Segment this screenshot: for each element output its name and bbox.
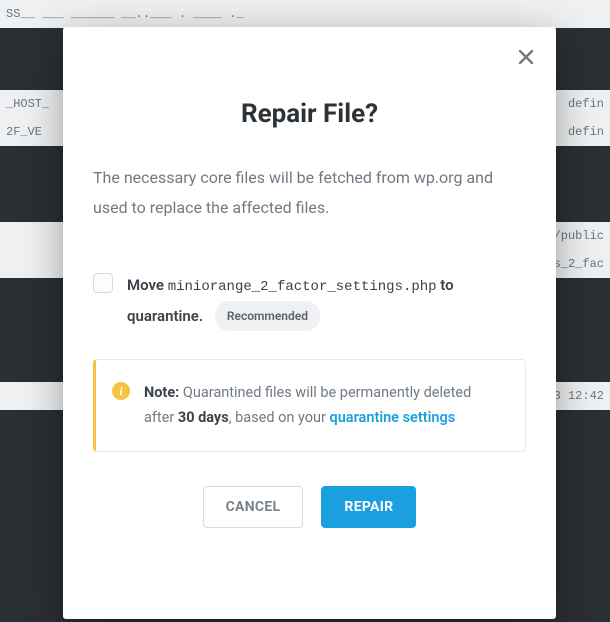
quarantine-checkbox[interactable] — [93, 273, 113, 293]
repair-button[interactable]: REPAIR — [321, 486, 416, 528]
modal-title: Repair File? — [93, 99, 526, 129]
bg-code-row: SS__ ___ ______ __..___ . ____ ._ — [0, 0, 610, 28]
repair-file-modal: Repair File? The necessary core files wi… — [63, 27, 556, 619]
note-text: Note: Quarantined files will be permanen… — [144, 380, 505, 431]
filename: miniorange_2_factor_settings.php — [168, 279, 437, 295]
info-icon: i — [112, 382, 130, 400]
recommended-badge: Recommended — [215, 301, 320, 331]
cancel-button[interactable]: CANCEL — [203, 486, 304, 528]
close-icon — [518, 45, 534, 69]
note-panel: i Note: Quarantined files will be perman… — [93, 359, 526, 452]
close-button[interactable] — [514, 45, 538, 69]
quarantine-label: Move miniorange_2_factor_settings.php to… — [127, 272, 526, 331]
quarantine-settings-link[interactable]: quarantine settings — [330, 409, 456, 426]
modal-actions: CANCEL REPAIR — [93, 486, 526, 528]
quarantine-option[interactable]: Move miniorange_2_factor_settings.php to… — [93, 272, 526, 331]
modal-description: The necessary core files will be fetched… — [93, 163, 526, 224]
